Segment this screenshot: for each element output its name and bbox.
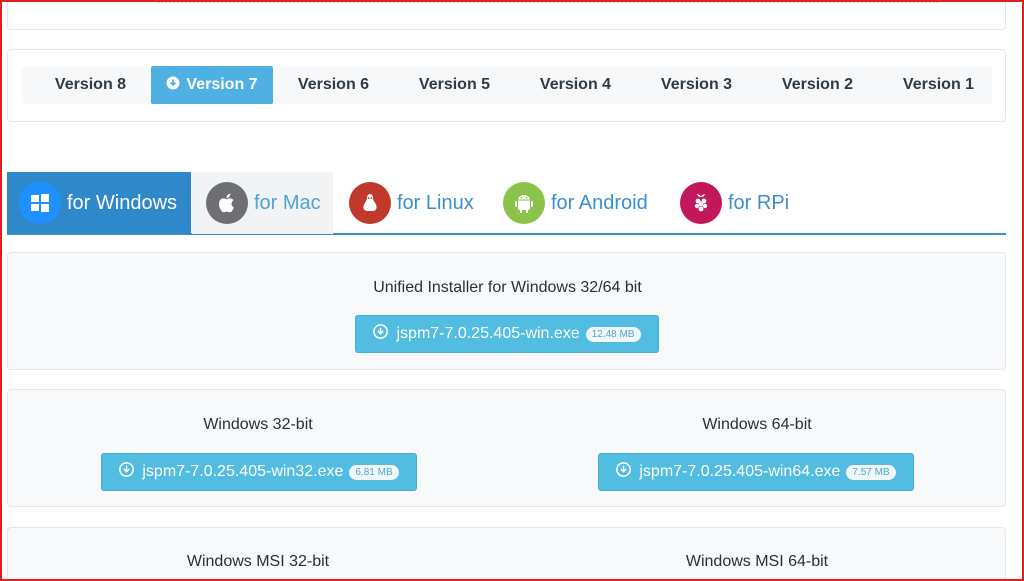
tab-rpi[interactable]: for RPi <box>680 172 789 234</box>
tab-version-8[interactable]: Version 8 <box>30 66 151 104</box>
raspberry-pi-icon <box>680 182 722 224</box>
msi64-title: Windows MSI 64-bit <box>685 553 829 570</box>
unified-installer-title: Unified Installer for Windows 32/64 bit <box>373 279 642 296</box>
tab-version-3[interactable]: Version 3 <box>636 66 757 104</box>
tab-version-5[interactable]: Version 5 <box>394 66 515 104</box>
file-size-badge: 6.81 MB <box>349 464 399 480</box>
tab-label: for RPi <box>728 191 790 214</box>
tab-label: for Linux <box>397 191 474 214</box>
win64-title: Windows 64-bit <box>702 416 812 433</box>
tab-version-4[interactable]: Version 4 <box>515 66 636 104</box>
tab-label: Version 3 <box>660 76 733 93</box>
tab-label: Version 8 <box>54 76 127 93</box>
os-tab-bar: for Windows for Mac for Linux for Androi… <box>7 172 1006 235</box>
tab-label: Version 1 <box>902 76 975 93</box>
tab-version-1[interactable]: Version 1 <box>878 66 999 104</box>
version-tab-bar: Version 8 Version 7 Version 6 Version 5 … <box>22 66 992 104</box>
download-circle-icon <box>373 324 389 344</box>
tab-version-7[interactable]: Version 7 <box>151 66 273 104</box>
file-size-badge: 12.48 MB <box>585 326 641 342</box>
windows-icon <box>19 182 61 224</box>
windows-msi-card: Windows MSI 32-bit Windows MSI 64-bit <box>7 527 1006 581</box>
tab-linux[interactable]: for Linux <box>349 172 474 234</box>
tab-label: Version 6 <box>297 76 370 93</box>
linux-icon <box>349 182 391 224</box>
download-win32-button[interactable]: jspm7-7.0.25.405-win32.exe 6.81 MB <box>101 453 417 491</box>
tab-label: Version 4 <box>539 76 612 93</box>
tab-label: for Android <box>551 191 648 214</box>
file-name: jspm7-7.0.25.405-win64.exe <box>639 463 841 480</box>
tab-windows[interactable]: for Windows <box>7 172 191 234</box>
unified-installer-card: Unified Installer for Windows 32/64 bit … <box>7 252 1006 370</box>
file-size-badge: 7.57 MB <box>846 464 896 480</box>
download-win64-button[interactable]: jspm7-7.0.25.405-win64.exe 7.57 MB <box>598 453 914 491</box>
apple-icon <box>206 182 248 224</box>
top-card-cut <box>7 0 1006 30</box>
tab-version-6[interactable]: Version 6 <box>273 66 394 104</box>
file-name: jspm7-7.0.25.405-win32.exe <box>142 463 344 480</box>
tab-label: Version 2 <box>781 76 854 93</box>
tab-android[interactable]: for Android <box>503 172 648 234</box>
tab-mac[interactable]: for Mac <box>192 172 333 234</box>
download-circle-icon <box>119 462 135 482</box>
tab-version-2[interactable]: Version 2 <box>757 66 878 104</box>
windows-exe-card: Windows 32-bit Windows 64-bit jspm7-7.0.… <box>7 389 1006 507</box>
cut-off-link <box>158 0 938 3</box>
download-circle-icon <box>616 462 632 482</box>
win32-title: Windows 32-bit <box>203 416 313 433</box>
tab-label: for Windows <box>67 191 178 214</box>
file-name: jspm7-7.0.25.405-win.exe <box>396 325 580 342</box>
android-icon <box>503 182 545 224</box>
download-circle-icon <box>166 76 180 95</box>
tab-label: Version 5 <box>418 76 491 93</box>
download-unified-button[interactable]: jspm7-7.0.25.405-win.exe 12.48 MB <box>355 315 659 353</box>
msi32-title: Windows MSI 32-bit <box>186 553 330 570</box>
tab-label: Version 7 <box>186 76 258 93</box>
version-selector-card: Version 8 Version 7 Version 6 Version 5 … <box>7 49 1006 122</box>
tab-label: for Mac <box>254 191 321 214</box>
